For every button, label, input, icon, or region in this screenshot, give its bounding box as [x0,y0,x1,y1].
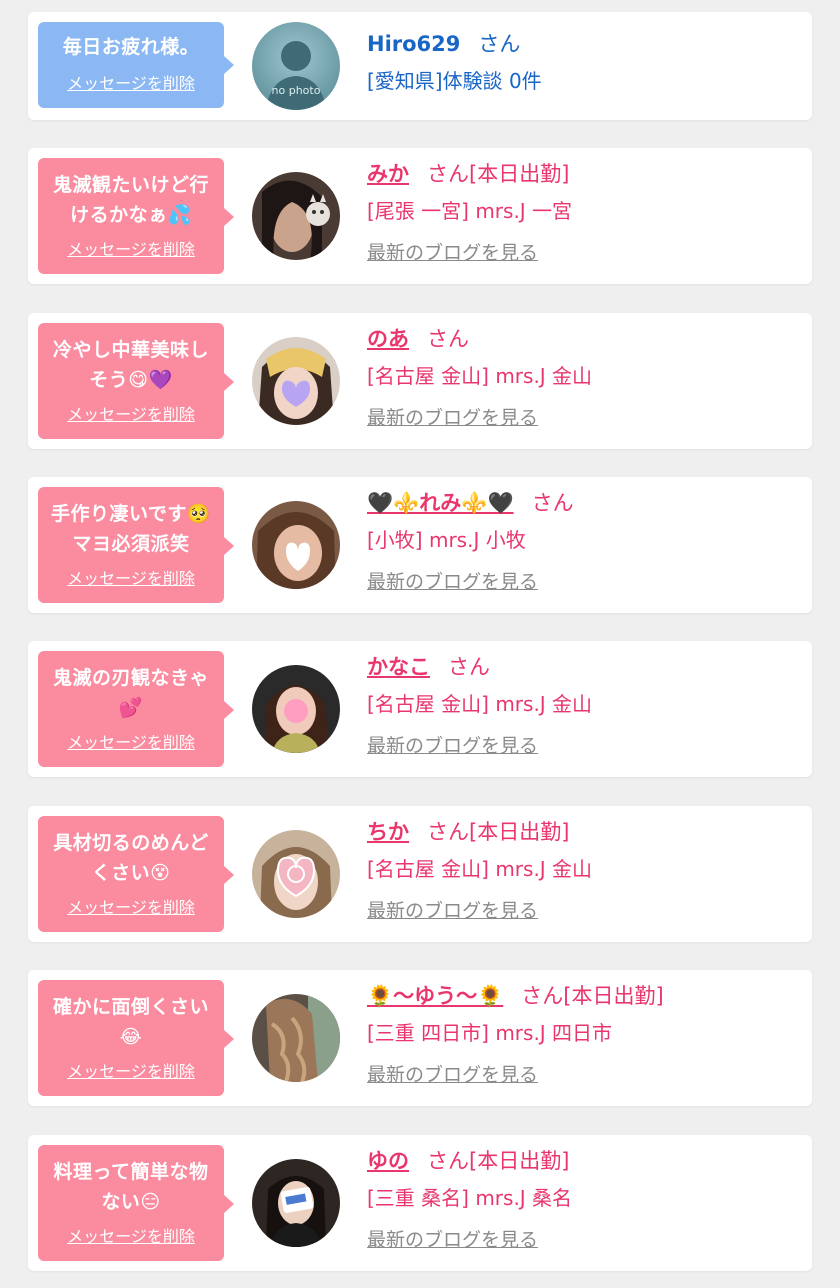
member-name[interactable]: かなこ [367,655,430,679]
delete-message-link[interactable]: メッセージを削除 [38,565,224,589]
message-text: 具材切るのめんどくさい😵 [53,832,209,884]
member-name[interactable]: みか [367,162,409,186]
member-name[interactable]: 🌻〜ゆう〜🌻 [367,984,503,1008]
message-card: 鬼滅観たいけど行けるかなぁ💦 メッセージを削除 みか さん[本日出勤] [尾張 一… [28,148,812,284]
delete-message-link[interactable]: メッセージを削除 [38,236,224,260]
avatar[interactable] [252,665,340,753]
message-bubble: 具材切るのめんどくさい😵 メッセージを削除 [38,816,234,932]
member-suffix: さん [531,491,574,515]
message-bubble: 鬼滅観たいけど行けるかなぁ💦 メッセージを削除 [38,158,234,274]
message-text: 毎日お疲れ様。 [62,36,200,58]
member-name[interactable]: ちか [367,820,409,844]
message-card: 手作り凄いです🥺マヨ必須派笑 メッセージを削除 🖤⚜️れみ⚜️🖤 さん [小牧] … [28,477,812,613]
latest-blog-link[interactable]: 最新のブログを見る [367,238,538,265]
latest-blog-link[interactable]: 最新のブログを見る [367,1225,538,1252]
message-bubble: 確かに面倒くさい😂 メッセージを削除 [38,980,234,1096]
member-suffix: さん[本日出勤] [427,162,570,186]
message-card: 鬼滅の刃観なきゃ💕 メッセージを削除 かなこ さん [名古屋 金山] mrs.J … [28,641,812,777]
avatar[interactable] [252,501,340,589]
member-name[interactable]: Hiro629 [367,32,460,56]
member-suffix: さん[本日出勤] [427,1149,570,1173]
member-shop: [名古屋 金山] mrs.J 金山 [367,364,593,388]
avatar[interactable] [252,830,340,918]
message-bubble: 毎日お疲れ様。 メッセージを削除 [38,22,234,108]
message-text: 確かに面倒くさい😂 [52,996,209,1048]
message-text: 鬼滅観たいけど行けるかなぁ💦 [52,174,209,226]
member-info: のあ さん [名古屋 金山] mrs.J 金山 最新のブログを見る [367,321,802,430]
message-text: 鬼滅の刃観なきゃ💕 [52,667,209,719]
member-name[interactable]: ゆの [367,1149,409,1173]
delete-message-link[interactable]: メッセージを削除 [38,401,224,425]
message-bubble: 料理って簡単な物ない😑 メッセージを削除 [38,1145,234,1261]
member-shop: [愛知県]体験談 0件 [367,69,542,93]
latest-blog-link[interactable]: 最新のブログを見る [367,896,538,923]
member-info: みか さん[本日出勤] [尾張 一宮] mrs.J 一宮 最新のブログを見る [367,156,802,265]
member-info: 🌻〜ゆう〜🌻 さん[本日出勤] [三重 四日市] mrs.J 四日市 最新のブログ… [367,978,802,1087]
delete-message-link[interactable]: メッセージを削除 [38,1223,224,1247]
message-text: 手作り凄いです🥺マヨ必須派笑 [50,503,212,555]
avatar[interactable]: no photo [252,22,340,110]
latest-blog-link[interactable]: 最新のブログを見る [367,1060,538,1087]
delete-message-link[interactable]: メッセージを削除 [38,729,224,753]
member-shop: [三重 桑名] mrs.J 桑名 [367,1186,573,1210]
member-suffix: さん [478,32,521,56]
member-suffix: さん [448,655,490,679]
message-card: 冷やし中華美味しそう😋💜 メッセージを削除 のあ さん [名古屋 金山] mrs.… [28,313,812,449]
avatar[interactable] [252,994,340,1082]
message-card: 確かに面倒くさい😂 メッセージを削除 🌻〜ゆう〜🌻 さん[本日出勤] [三重 四日… [28,970,812,1106]
message-text: 冷やし中華美味しそう😋💜 [52,339,209,391]
message-card: 料理って簡単な物ない😑 メッセージを削除 ゆの さん[本日出勤] [三重 桑名] … [28,1135,812,1271]
member-info: ゆの さん[本日出勤] [三重 桑名] mrs.J 桑名 最新のブログを見る [367,1143,802,1252]
member-shop: [名古屋 金山] mrs.J 金山 [367,857,593,881]
member-name[interactable]: 🖤⚜️れみ⚜️🖤 [367,491,514,515]
message-bubble: 手作り凄いです🥺マヨ必須派笑 メッセージを削除 [38,487,234,603]
member-shop: [尾張 一宮] mrs.J 一宮 [367,199,573,223]
no-photo-label: no photo [272,84,321,97]
message-card: 具材切るのめんどくさい😵 メッセージを削除 ちか さん[本日出勤] [名古屋 金山… [28,806,812,942]
member-name[interactable]: のあ [367,327,409,351]
latest-blog-link[interactable]: 最新のブログを見る [367,731,538,758]
message-text: 料理って簡単な物ない😑 [53,1161,209,1213]
member-info: かなこ さん [名古屋 金山] mrs.J 金山 最新のブログを見る [367,649,802,758]
delete-message-link[interactable]: メッセージを削除 [38,894,224,918]
message-bubble: 鬼滅の刃観なきゃ💕 メッセージを削除 [38,651,234,767]
delete-message-link[interactable]: メッセージを削除 [38,70,224,94]
avatar[interactable] [252,1159,340,1247]
member-suffix: さん [427,327,469,351]
member-suffix: さん[本日出勤] [427,820,570,844]
member-suffix: さん[本日出勤] [521,984,664,1008]
message-card: 毎日お疲れ様。 メッセージを削除 no photo Hiro629 さん [愛知県… [28,12,812,120]
message-list: 毎日お疲れ様。 メッセージを削除 no photo Hiro629 さん [愛知県… [0,0,840,1288]
member-shop: [三重 四日市] mrs.J 四日市 [367,1021,613,1045]
avatar[interactable] [252,172,340,260]
avatar[interactable] [252,337,340,425]
message-bubble: 冷やし中華美味しそう😋💜 メッセージを削除 [38,323,234,439]
member-info: Hiro629 さん [愛知県]体験談 0件 [367,26,802,100]
member-info: 🖤⚜️れみ⚜️🖤 さん [小牧] mrs.J 小牧 最新のブログを見る [367,485,802,594]
member-shop: [小牧] mrs.J 小牧 [367,528,526,552]
latest-blog-link[interactable]: 最新のブログを見る [367,403,538,430]
delete-message-link[interactable]: メッセージを削除 [38,1058,224,1082]
member-shop: [名古屋 金山] mrs.J 金山 [367,692,593,716]
member-info: ちか さん[本日出勤] [名古屋 金山] mrs.J 金山 最新のブログを見る [367,814,802,923]
latest-blog-link[interactable]: 最新のブログを見る [367,567,538,594]
